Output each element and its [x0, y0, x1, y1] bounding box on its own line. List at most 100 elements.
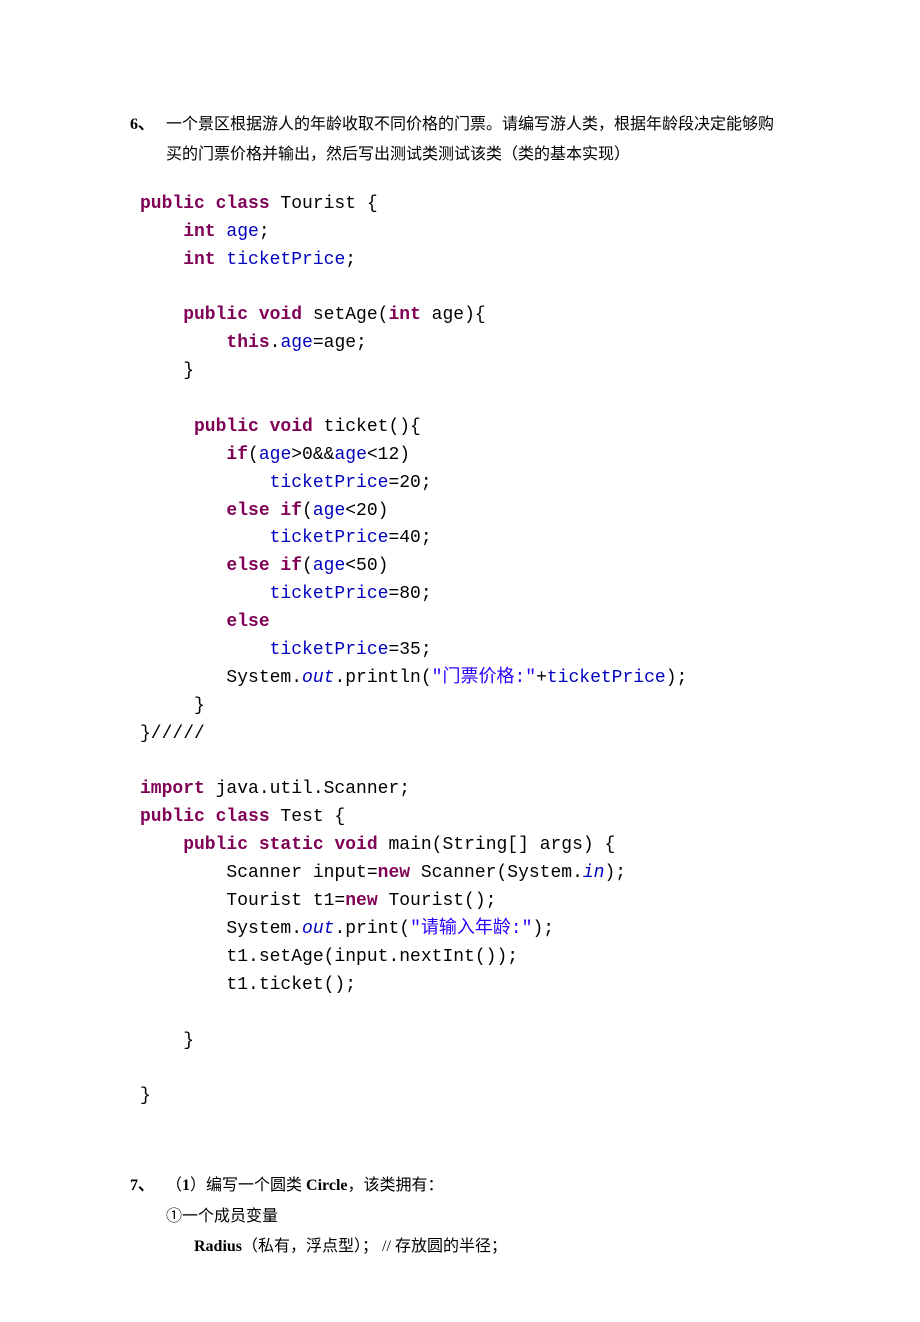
code-token: <50): [345, 556, 388, 576]
code-token: void: [248, 305, 302, 325]
code-token: this: [140, 333, 270, 353]
q7-text: Circle: [306, 1177, 347, 1194]
code-token: public: [140, 417, 259, 437]
q6-line2: 买的门票价格并输出，然后写出测试类测试该类（类的基本实现）: [166, 146, 630, 163]
code-token: out: [302, 668, 334, 688]
code-token: .print(: [334, 919, 410, 939]
code-token: );: [604, 863, 626, 883]
code-token: age: [216, 222, 259, 242]
question-text: 一个景区根据游人的年龄收取不同价格的门票。请编写游人类，根据年龄段决定能够购 买…: [166, 110, 860, 171]
code-token: if: [270, 556, 302, 576]
code-token: ticketPrice: [140, 584, 388, 604]
code-token: class: [205, 807, 270, 827]
code-token: int: [140, 250, 216, 270]
code-token: Tourist {: [270, 194, 378, 214]
code-token: ;: [259, 222, 270, 242]
code-token: }: [140, 1031, 194, 1051]
code-token: }/////: [140, 724, 205, 744]
code-token: if: [270, 501, 302, 521]
code-token: import: [140, 779, 205, 799]
code-token: age: [259, 445, 291, 465]
code-token: Scanner input=: [140, 863, 378, 883]
code-token: static: [248, 835, 324, 855]
code-token: <12): [367, 445, 410, 465]
code-token: =80;: [388, 584, 431, 604]
code-token: age: [313, 501, 345, 521]
code-token: ticketPrice: [216, 250, 346, 270]
document-page: 6、 一个景区根据游人的年龄收取不同价格的门票。请编写游人类，根据年龄段决定能够…: [0, 0, 920, 1322]
code-token: System.: [140, 919, 302, 939]
code-token: else: [140, 612, 270, 632]
code-token: ticketPrice: [547, 668, 666, 688]
q7-sub1: ①一个成员变量: [166, 1202, 860, 1232]
code-token: java.util.Scanner;: [205, 779, 410, 799]
code-token: public: [140, 807, 205, 827]
code-token: ticketPrice: [140, 528, 388, 548]
code-token: Tourist();: [378, 891, 497, 911]
q7-text: 1: [182, 1177, 190, 1194]
code-token: age){: [421, 305, 486, 325]
code-token: Tourist t1=: [140, 891, 345, 911]
code-token: if: [140, 445, 248, 465]
code-token: =age;: [313, 333, 367, 353]
spacer: [130, 1141, 860, 1171]
code-token: void: [324, 835, 378, 855]
code-block: public class Tourist { int age; int tick…: [140, 191, 860, 1111]
q7-text: （: [166, 1177, 182, 1194]
question-number: 7、: [130, 1171, 166, 1201]
code-token: ;: [345, 250, 356, 270]
q7-sub2: Radius（私有，浮点型）； // 存放圆的半径；: [194, 1232, 860, 1262]
code-token: System.: [140, 668, 302, 688]
code-token: age: [334, 445, 366, 465]
code-token: +: [536, 668, 547, 688]
code-token: in: [583, 863, 605, 883]
code-token: .println(: [334, 668, 431, 688]
code-token: >0&&: [291, 445, 334, 465]
code-token: t1.ticket();: [140, 975, 356, 995]
code-token: =20;: [388, 473, 431, 493]
code-token: ticketPrice: [140, 640, 388, 660]
code-token: age: [313, 556, 345, 576]
code-token: "门票价格:": [432, 668, 536, 688]
code-token: Test {: [270, 807, 346, 827]
code-token: public: [140, 305, 248, 325]
code-token: main(String[] args) {: [378, 835, 616, 855]
code-token: public: [140, 835, 248, 855]
code-token: =40;: [388, 528, 431, 548]
q6-line1: 一个景区根据游人的年龄收取不同价格的门票。请编写游人类，根据年龄段决定能够购: [166, 116, 774, 133]
q7-sub1-text: ①一个成员变量: [166, 1208, 278, 1225]
code-token: age: [280, 333, 312, 353]
code-token: ticket(){: [313, 417, 421, 437]
code-token: }: [140, 696, 205, 716]
code-token: (: [248, 445, 259, 465]
question-text: （1）编写一个圆类 Circle，该类拥有：: [166, 1171, 860, 1201]
code-token: =35;: [388, 640, 431, 660]
code-token: ticketPrice: [140, 473, 388, 493]
code-token: class: [205, 194, 270, 214]
q7-radius-desc: （私有，浮点型）；: [242, 1238, 378, 1255]
q7-radius: Radius: [194, 1238, 242, 1255]
code-token: .: [270, 333, 281, 353]
code-token: void: [259, 417, 313, 437]
code-token: else: [140, 556, 270, 576]
code-token: "请输入年龄:": [410, 919, 532, 939]
q7-text: ）编写一个圆类: [190, 1177, 306, 1194]
question-number: 6、: [130, 110, 166, 171]
code-token: );: [532, 919, 554, 939]
code-token: (: [302, 501, 313, 521]
code-token: );: [666, 668, 688, 688]
question-7: 7、 （1）编写一个圆类 Circle，该类拥有：: [130, 1171, 860, 1201]
code-token: int: [140, 222, 216, 242]
code-token: out: [302, 919, 334, 939]
code-token: int: [388, 305, 420, 325]
code-token: }: [140, 361, 194, 381]
code-token: else: [140, 501, 270, 521]
code-token: setAge(: [302, 305, 388, 325]
code-token: public: [140, 194, 205, 214]
q7-radius-comment: // 存放圆的半径；: [378, 1238, 507, 1255]
q7-text: ，该类拥有：: [348, 1177, 444, 1194]
code-token: new: [345, 891, 377, 911]
code-token: }: [140, 1086, 151, 1106]
code-token: <20): [345, 501, 388, 521]
code-token: (: [302, 556, 313, 576]
